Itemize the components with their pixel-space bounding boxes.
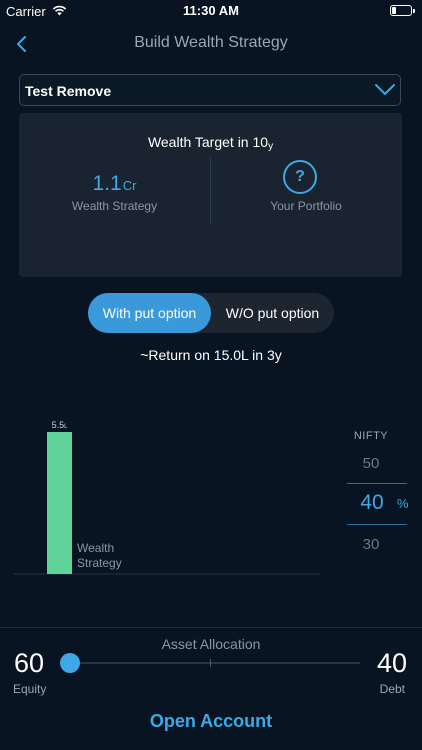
nifty-option-selected[interactable]: 40	[348, 491, 396, 515]
return-chart: 5.5L Wealth Strategy	[14, 420, 320, 575]
wealth-target-card: Wealth Target in 10y 1.1Cr Wealth Strate…	[19, 113, 402, 277]
wealth-target-title: Wealth Target in 10y	[19, 134, 402, 152]
picker-selection-bottom-line	[347, 524, 407, 525]
equity-label: Equity	[13, 682, 47, 696]
chevron-down-icon	[375, 84, 395, 95]
nifty-percent-unit: %	[397, 496, 409, 511]
wealth-strategy-amount: 1.1	[92, 172, 122, 195]
wealth-strategy-label: Wealth Strategy	[71, 199, 158, 213]
debt-label: Debt	[379, 682, 405, 696]
card-divider	[210, 158, 211, 224]
put-option-toggle: With put option W/O put option	[88, 293, 334, 333]
picker-selection-top-line	[347, 483, 407, 484]
asset-allocation-title: Asset Allocation	[161, 636, 261, 652]
wealth-strategy-value: 1.1Cr	[19, 172, 210, 196]
bar-value-label: 5.5L	[52, 420, 69, 430]
nifty-label: NIFTY	[353, 430, 389, 442]
with-put-option-tab[interactable]: With put option	[88, 293, 211, 333]
wealth-strategy-unit: Cr	[122, 178, 137, 193]
wealth-target-title-unit: y	[268, 141, 274, 152]
wealth-target-title-text: Wealth Target in 10	[147, 134, 269, 150]
allocation-slider-thumb[interactable]	[60, 653, 80, 673]
category-label-line-2: Strategy	[77, 556, 122, 570]
strategy-dropdown[interactable]: Test Remove	[19, 74, 401, 106]
clock: 11:30 AM	[183, 3, 239, 18]
equity-value: 60	[14, 648, 45, 678]
debt-value: 40	[376, 648, 407, 678]
your-portfolio-label: Your Portfolio	[270, 199, 342, 213]
bar-value-number: 5.5	[52, 420, 65, 430]
allocation-slider-midpoint	[210, 659, 211, 667]
section-divider	[0, 627, 422, 628]
strategy-dropdown-value: Test Remove	[25, 83, 112, 99]
battery-icon	[390, 5, 415, 16]
page-title: Build Wealth Strategy	[134, 34, 288, 51]
category-label-line-1: Wealth	[77, 541, 114, 555]
question-circle-icon[interactable]: ?	[283, 160, 317, 194]
nifty-option-30[interactable]: 30	[341, 536, 401, 553]
bar-wealth-strategy	[47, 432, 72, 574]
return-summary: ~Return on 15.0L in 3y	[140, 347, 282, 363]
without-put-option-tab[interactable]: W/O put option	[211, 293, 334, 333]
open-account-button[interactable]: Open Account	[0, 711, 422, 732]
allocation-slider-track[interactable]	[64, 662, 360, 664]
bar-value-unit: L	[64, 424, 68, 430]
status-bar: Carrier 11:30 AM	[0, 0, 422, 22]
nifty-option-50[interactable]: 50	[341, 455, 401, 472]
